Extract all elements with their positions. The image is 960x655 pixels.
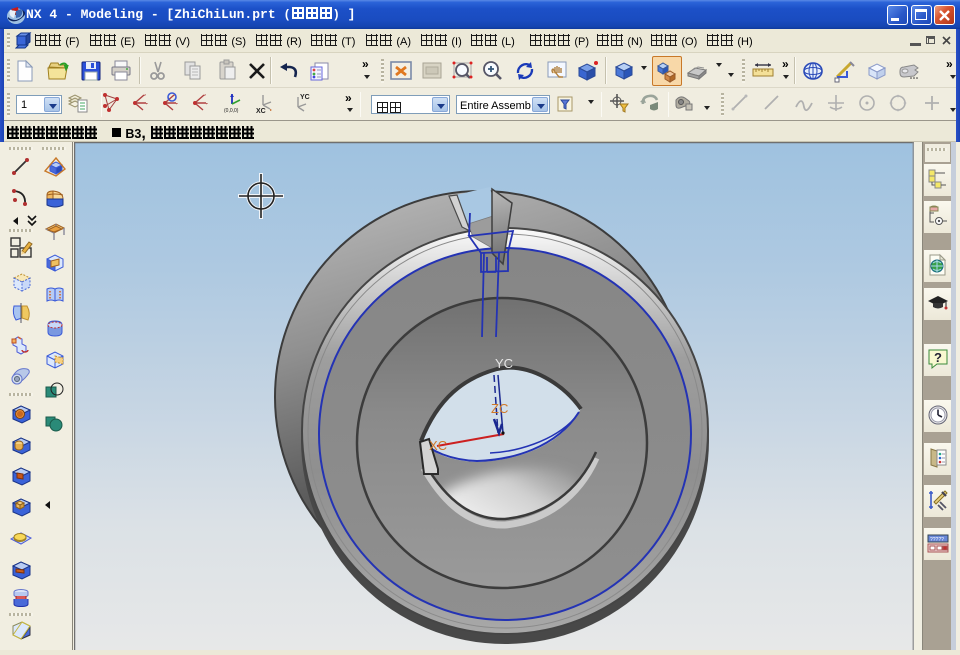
svg-text:(0,0,0): (0,0,0): [224, 108, 239, 114]
svg-text:XC: XC: [256, 108, 266, 115]
svg-text:?: ?: [934, 350, 942, 365]
svg-text:?????: ?????: [930, 537, 944, 543]
svg-text:YC: YC: [495, 356, 513, 371]
svg-text:YC: YC: [300, 94, 310, 101]
svg-text:ZC: ZC: [491, 401, 508, 416]
svg-text:XC: XC: [429, 438, 447, 453]
